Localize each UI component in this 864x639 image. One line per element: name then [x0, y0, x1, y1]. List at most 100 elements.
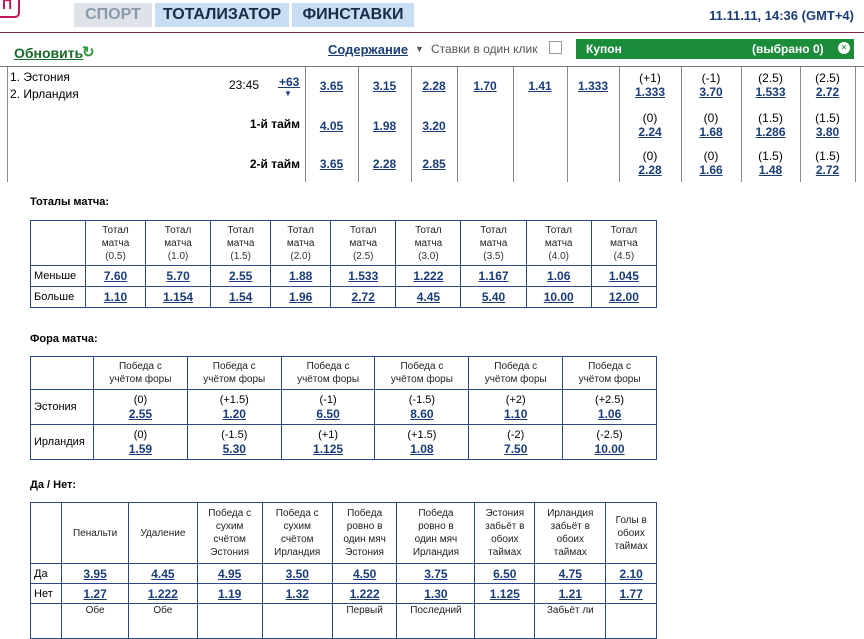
odds-link[interactable]: 1.70 — [457, 79, 513, 93]
total-line: (1.0) — [167, 250, 189, 262]
odds-cell: 1.19 — [196, 583, 263, 604]
odds-link[interactable]: 1.222 — [413, 269, 443, 283]
odds-link[interactable]: 1.10 — [104, 290, 127, 304]
header-line: Эстония — [485, 508, 525, 519]
odds-link[interactable]: 1.08 — [410, 442, 433, 456]
odds-link[interactable]: 2.55 — [129, 407, 152, 421]
odds-link[interactable]: 5.70 — [166, 269, 189, 283]
odds-link[interactable]: 1.98 — [358, 119, 411, 133]
refresh-link[interactable]: Обновить — [14, 45, 83, 61]
odds-link[interactable]: 1.06 — [598, 407, 621, 421]
odds-link[interactable]: 7.50 — [504, 442, 527, 456]
odds-link[interactable]: 2.24 — [619, 125, 681, 139]
odds-link[interactable]: 1.333 — [567, 79, 619, 93]
odds-link[interactable]: 3.70 — [681, 85, 741, 99]
one-click-checkbox[interactable] — [549, 41, 562, 54]
odds-link[interactable]: 1.222 — [148, 587, 178, 601]
odds-link[interactable]: 1.10 — [504, 407, 527, 421]
odds-cell: 1.27 — [60, 583, 130, 604]
odds-link[interactable]: 1.96 — [289, 290, 312, 304]
odds-link[interactable]: 3.80 — [800, 125, 855, 139]
odds-link[interactable]: 1.41 — [513, 79, 567, 93]
odds-link[interactable]: 4.05 — [305, 119, 358, 133]
odds-link[interactable]: 2.55 — [229, 269, 252, 283]
odds-link[interactable]: 10.00 — [595, 442, 625, 456]
contents-link[interactable]: Содержание — [328, 42, 408, 57]
handicap-value: (1.5) — [758, 149, 783, 163]
odds-link[interactable]: 1.06 — [547, 269, 570, 283]
odds-link[interactable]: 4.45 — [417, 290, 440, 304]
odds-link[interactable]: 2.85 — [411, 157, 457, 171]
odds-link[interactable]: 1.125 — [313, 442, 343, 456]
odds-link[interactable]: 1.222 — [350, 587, 380, 601]
odds-link[interactable]: 5.30 — [223, 442, 246, 456]
odds-link[interactable]: 4.50 — [353, 567, 376, 581]
odds-link[interactable]: 6.50 — [493, 567, 516, 581]
odds-link[interactable]: 2.10 — [620, 567, 643, 581]
header-line: Победа с — [588, 361, 632, 372]
chevron-down-icon[interactable]: ▼ — [284, 89, 292, 98]
odds-link[interactable]: 1.88 — [289, 269, 312, 283]
odds-link[interactable]: 1.48 — [741, 163, 800, 177]
odds-link[interactable]: 1.286 — [741, 125, 800, 139]
odds-link[interactable]: 4.75 — [559, 567, 582, 581]
odds-link[interactable]: 1.77 — [620, 587, 643, 601]
odds-link[interactable]: 3.50 — [286, 567, 309, 581]
total-line: (1.5) — [230, 250, 251, 262]
odds-link[interactable]: 2.72 — [800, 85, 855, 99]
close-icon[interactable]: ✕ — [838, 42, 850, 54]
odds-link[interactable]: 2.28 — [411, 79, 457, 93]
odds-link[interactable]: 3.75 — [424, 567, 447, 581]
header-line: Тотал — [349, 224, 377, 236]
odds-link[interactable]: 1.19 — [218, 587, 241, 601]
odds-link[interactable]: 3.65 — [305, 157, 358, 171]
odds-link[interactable]: 3.15 — [358, 79, 411, 93]
odds-link[interactable]: 1.533 — [741, 85, 800, 99]
odds-link[interactable]: 3.95 — [83, 567, 106, 581]
odds-link[interactable]: 2.28 — [358, 157, 411, 171]
tab-finstavki[interactable]: ФИНСТАВКИ — [292, 3, 414, 27]
odds-link[interactable]: 3.65 — [305, 79, 358, 93]
odds-link[interactable]: 1.54 — [229, 290, 252, 304]
total-line: (2.0) — [290, 250, 311, 262]
handicap-value: (+2.5) — [595, 393, 625, 406]
header-line: Ирландия — [274, 547, 321, 558]
odds-link[interactable]: 1.27 — [83, 587, 106, 601]
odds-link[interactable]: 1.533 — [348, 269, 378, 283]
odds-link[interactable]: 1.68 — [681, 125, 741, 139]
odds-link[interactable]: 12.00 — [609, 290, 639, 304]
tab-sport[interactable]: СПОРТ — [74, 3, 152, 27]
odds-link[interactable]: 3.20 — [411, 119, 457, 133]
odds-link[interactable]: 2.72 — [352, 290, 375, 304]
coupon-bar[interactable]: Купон (выбрано 0) ✕ — [576, 39, 854, 59]
odds-link[interactable]: 4.45 — [151, 567, 174, 581]
odds-link[interactable]: 7.60 — [104, 269, 127, 283]
odds-link[interactable]: 1.20 — [223, 407, 246, 421]
odds-link[interactable]: 1.21 — [559, 587, 582, 601]
odds-link[interactable]: 1.333 — [619, 85, 681, 99]
refresh-icon[interactable]: ↻ — [82, 43, 95, 61]
chevron-down-icon[interactable]: ▼ — [415, 44, 424, 54]
odds-link[interactable]: 1.154 — [163, 290, 193, 304]
expand-underline — [278, 87, 300, 88]
yesno-header-cell: Победа с сухим счётом Ирландия — [261, 502, 333, 564]
odds-cell: 3.95 — [60, 563, 130, 584]
tab-totalizator[interactable]: ТОТАЛИЗАТОР — [155, 3, 289, 27]
header-line: Пенальти — [72, 527, 118, 539]
odds-link[interactable]: 6.50 — [316, 407, 339, 421]
odds-link[interactable]: 1.32 — [286, 587, 309, 601]
odds-link[interactable]: 4.95 — [218, 567, 241, 581]
odds-link[interactable]: 1.045 — [609, 269, 639, 283]
odds-link[interactable]: 1.125 — [490, 587, 520, 601]
odds-link[interactable]: 1.30 — [424, 587, 447, 601]
odds-link[interactable]: 5.40 — [482, 290, 505, 304]
yesno-header-cell: Первый — [331, 603, 398, 639]
odds-link[interactable]: 2.28 — [619, 163, 681, 177]
odds-link[interactable]: 8.60 — [410, 407, 433, 421]
odds-link[interactable]: 1.66 — [681, 163, 741, 177]
odds-link[interactable]: 1.59 — [129, 442, 152, 456]
odds-link[interactable]: 1.167 — [479, 269, 509, 283]
odds-link[interactable]: 10.00 — [544, 290, 574, 304]
header-line: учётом форы — [203, 374, 266, 385]
odds-link[interactable]: 2.72 — [800, 163, 855, 177]
